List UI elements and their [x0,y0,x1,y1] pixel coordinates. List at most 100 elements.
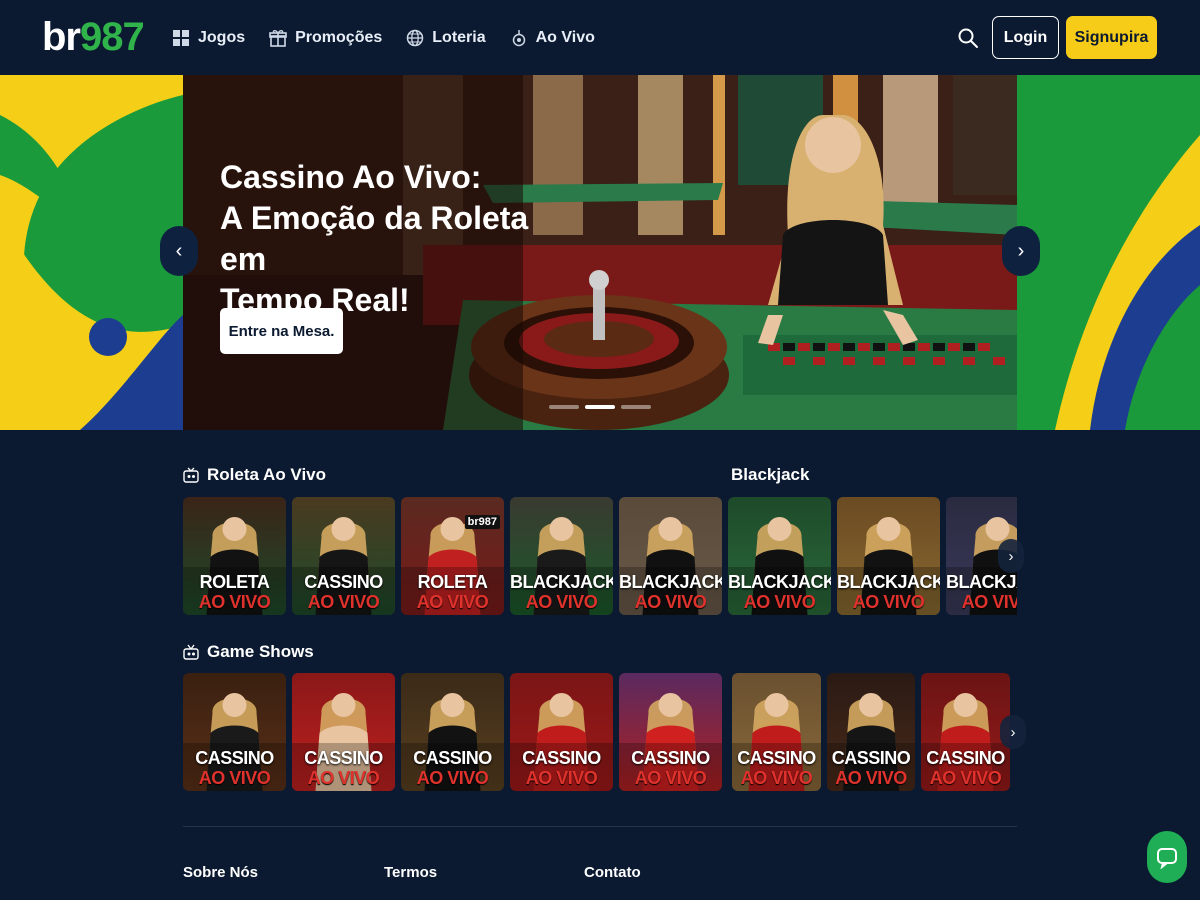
carousel-prev-button[interactable]: ‹ [160,226,198,276]
game-card-subtitle: AO VIVO [740,768,813,788]
hero-slide[interactable]: Cassino Ao Vivo: A Emoção da Roleta em T… [183,75,1017,430]
game-card[interactable]: BLACKJACKAO VIVO [619,497,722,615]
live-chat-button[interactable] [1147,831,1187,883]
login-button[interactable]: Login [992,16,1059,59]
top-header: br987 Jogos Promoções Loteria Ao Vivo Lo… [0,0,1200,75]
logo-text-987: 987 [80,15,145,59]
nav-label-ao-vivo: Ao Vivo [535,29,595,46]
game-card-subtitle: AO VIVO [743,592,816,612]
search-icon[interactable] [956,26,980,50]
roleta-row-next-button[interactable]: › [998,539,1024,573]
game-card-title: BLACKJACK [837,572,940,592]
game-card-title: CASSINO [413,748,492,768]
game-card[interactable]: CASSINO AO VIVO [401,673,504,791]
game-card-subtitle: AO VIVO [416,592,489,612]
game-card-badge: br987 [464,515,500,529]
game-card-subtitle: AO VIVO [929,768,1002,788]
game-card[interactable]: CASSINO AO VIVO [183,673,286,791]
game-card[interactable]: BLACKJACKAO VIVO [837,497,940,615]
gameshows-row-next-button[interactable]: › [1000,715,1026,749]
game-card[interactable]: CASSINO AO VIVO [827,673,915,791]
tv-icon [183,644,199,660]
carousel-dots [549,405,651,409]
carousel-dot[interactable] [549,405,579,409]
game-card[interactable]: CASSINO AO VIVO [732,673,821,791]
footer-heading-sobre[interactable]: Sobre Nós [183,864,258,881]
game-card[interactable]: ROLETA AO VIVO br987 [401,497,504,615]
nav-item-jogos[interactable]: Jogos [172,24,245,52]
game-card-subtitle: AO VIVO [198,592,271,612]
section-title-roleta-label: Roleta Ao Vivo [207,465,327,484]
game-card[interactable]: CASSINO AO VIVO [619,673,722,791]
footer-divider [183,826,1017,827]
main-nav: Jogos Promoções Loteria Ao Vivo [172,24,595,52]
chevron-right-icon: › [1008,547,1014,565]
game-card-title: ROLETA [199,572,270,592]
signup-button[interactable]: Signupira [1066,16,1157,59]
hero-banner-area: Cassino Ao Vivo: A Emoção da Roleta em T… [0,75,1200,430]
game-card-subtitle: AO VIVO [198,768,271,788]
game-card-subtitle: AO VIVO [307,768,380,788]
nav-item-promocoes[interactable]: Promoções [269,24,382,52]
game-card-subtitle: AO VIVO [525,592,598,612]
roleta-game-row: ROLETA AO VIVO CASSINO AO VIVO ROLETA AO VI… [183,497,1017,615]
game-card[interactable]: CASSINO AO VIVO [292,673,395,791]
game-card-title: BLACKJACK [510,572,613,592]
nav-label-jogos: Jogos [198,29,246,46]
section-title-roleta: Roleta Ao Vivo [183,465,326,485]
game-card-title: CASSINO [631,748,710,768]
nav-item-ao-vivo[interactable]: Ao Vivo [510,24,595,52]
game-card-title: CASSINO [926,748,1005,768]
game-card[interactable]: CASSINO AO VIVO [292,497,395,615]
hero-title: Cassino Ao Vivo: A Emoção da Roleta em T… [220,157,560,321]
game-card-title: CASSINO [831,748,911,768]
carousel-next-button[interactable]: › [1002,226,1040,276]
chevron-right-icon: › [1010,723,1016,741]
carousel-dot[interactable] [621,405,651,409]
game-card-subtitle: AO VIVO [634,592,707,612]
game-card-subtitle: AO VIVO [634,768,707,788]
live-icon [512,30,525,47]
game-card-title: ROLETA [417,572,488,592]
gameshows-game-row: CASSINO AO VIVO CASSINO AO VIVO CASSINO AO … [183,673,1017,791]
section-title-blackjack-label: Blackjack [731,465,810,484]
game-card-title: BLACKJACK [619,572,722,592]
hero-cta-button[interactable]: Entre na Mesa. [220,308,343,354]
game-card-title: CASSINO [304,572,383,592]
chevron-right-icon: › [1017,239,1025,262]
game-card-subtitle: AO VIVO [525,768,598,788]
game-card[interactable]: ROLETA AO VIVO [183,497,286,615]
roulette-icon [183,467,199,483]
game-card-title: BLACKJACK [728,572,831,592]
chat-icon [1157,848,1177,869]
section-title-blackjack: Blackjack [731,465,809,485]
game-card-subtitle: AO VIVO [852,592,925,612]
carousel-dot-active[interactable] [585,405,615,409]
game-card-subtitle: AO VIVO [961,592,1017,612]
game-card[interactable]: BLACKJACKAO VIVO [728,497,831,615]
grid-icon [173,30,189,46]
game-card[interactable]: CASSINO AO VIVO [921,673,1010,791]
game-card-subtitle: AO VIVO [307,592,380,612]
footer-heading-contato[interactable]: Contato [584,864,641,881]
nav-label-loteria: Loteria [432,29,486,46]
section-title-gameshows-label: Game Shows [207,642,314,661]
section-title-gameshows: Game Shows [183,642,314,662]
game-card-title: CASSINO [737,748,816,768]
globe-icon [407,29,424,47]
game-card-subtitle: AO VIVO [416,768,489,788]
footer-heading-termos[interactable]: Termos [384,864,437,881]
game-card[interactable]: BLACKJACKAO VIVO [510,497,613,615]
game-card-subtitle: AO VIVO [835,768,907,788]
game-card-title: CASSINO [522,748,601,768]
nav-label-promocoes: Promoções [295,29,383,46]
game-card-title: BLACKJACK [946,572,1017,592]
site-logo[interactable]: br987 [42,14,145,60]
hero-title-line-2: A Emoção da Roleta em [220,200,529,277]
game-card[interactable]: CASSINO AO VIVO [510,673,613,791]
hero-title-line-1: Cassino Ao Vivo: [220,159,482,195]
chevron-left-icon: ‹ [175,239,183,262]
game-card-title: CASSINO [304,748,383,768]
nav-item-loteria[interactable]: Loteria [406,24,486,52]
game-card-title: CASSINO [195,748,274,768]
